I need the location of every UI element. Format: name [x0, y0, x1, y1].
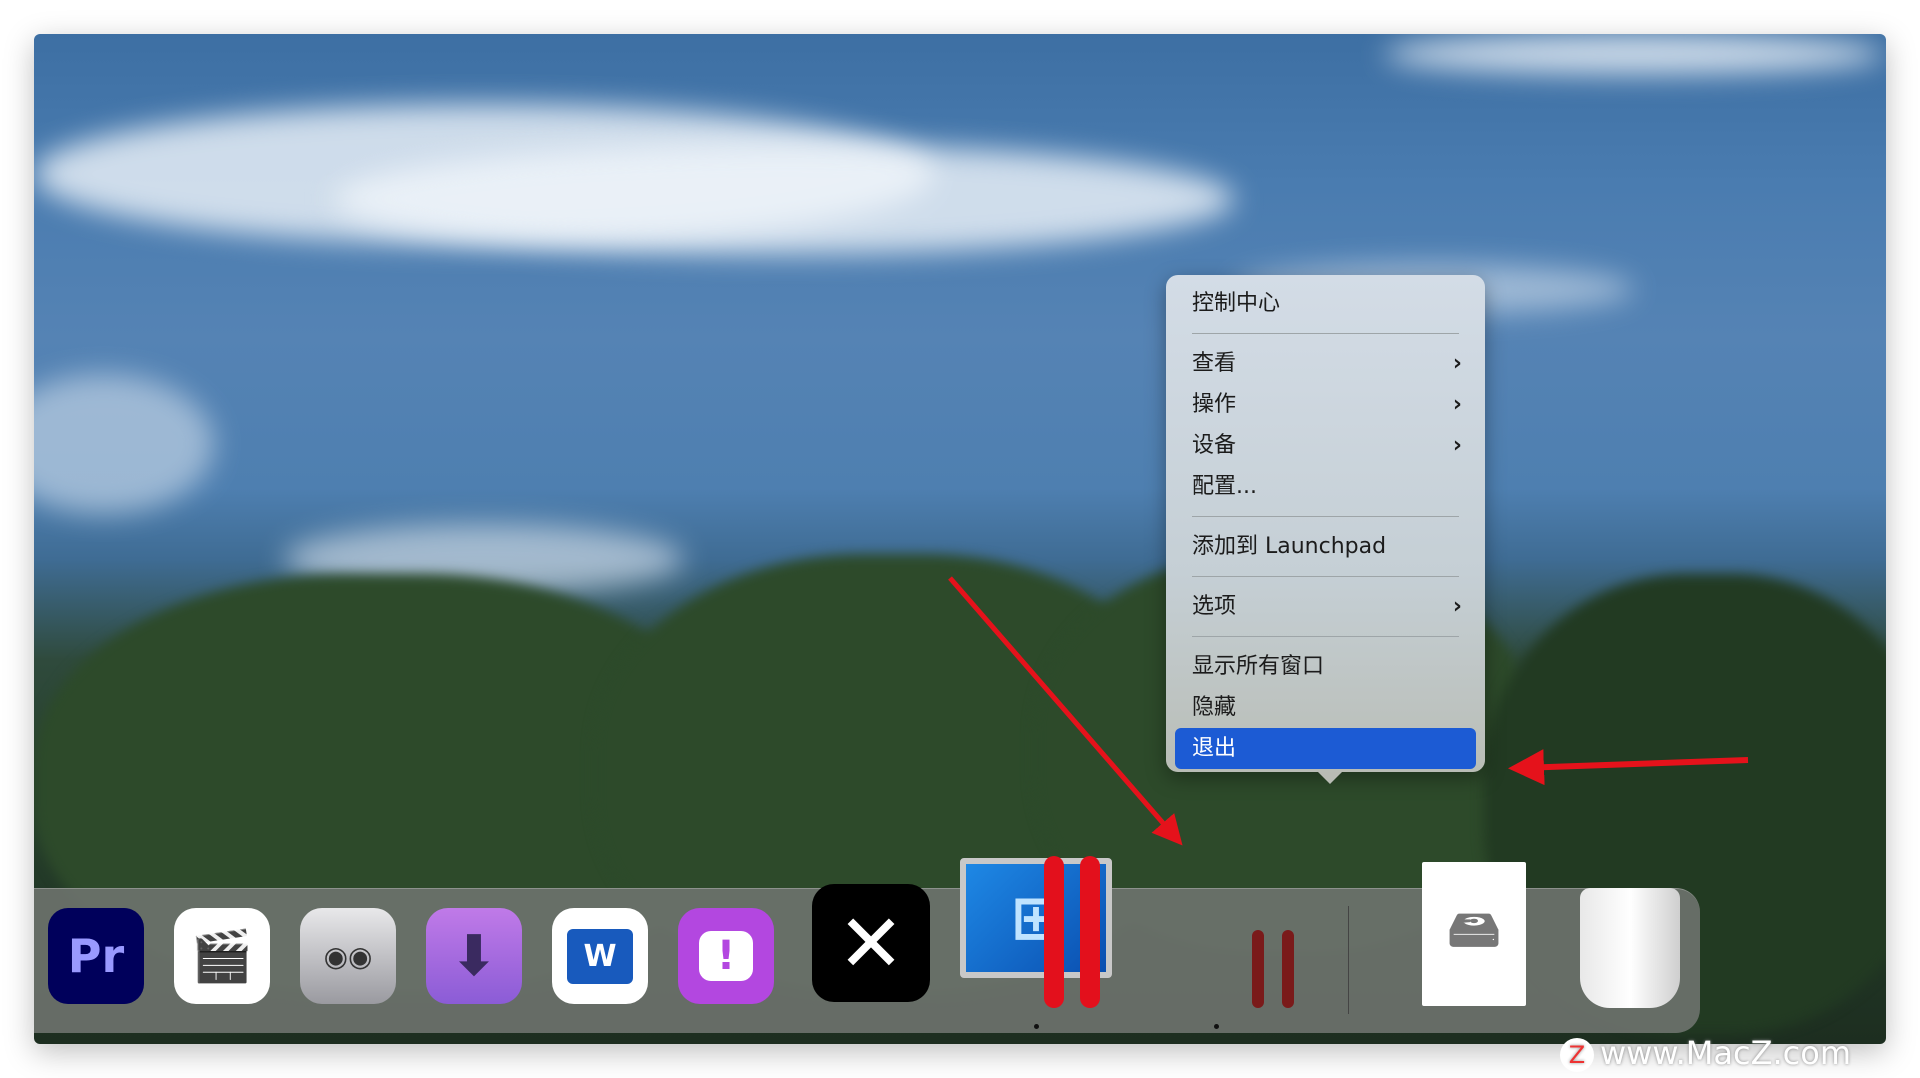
macz-logo: Z — [1560, 1038, 1594, 1072]
red-arrow-icon — [950, 578, 1176, 838]
watermark: Zwww.MacZ.com — [1560, 1034, 1851, 1072]
watermark-text: www.MacZ.com — [1600, 1034, 1851, 1072]
red-arrow-icon — [1520, 760, 1748, 768]
annotation-arrows — [0, 0, 1920, 1078]
